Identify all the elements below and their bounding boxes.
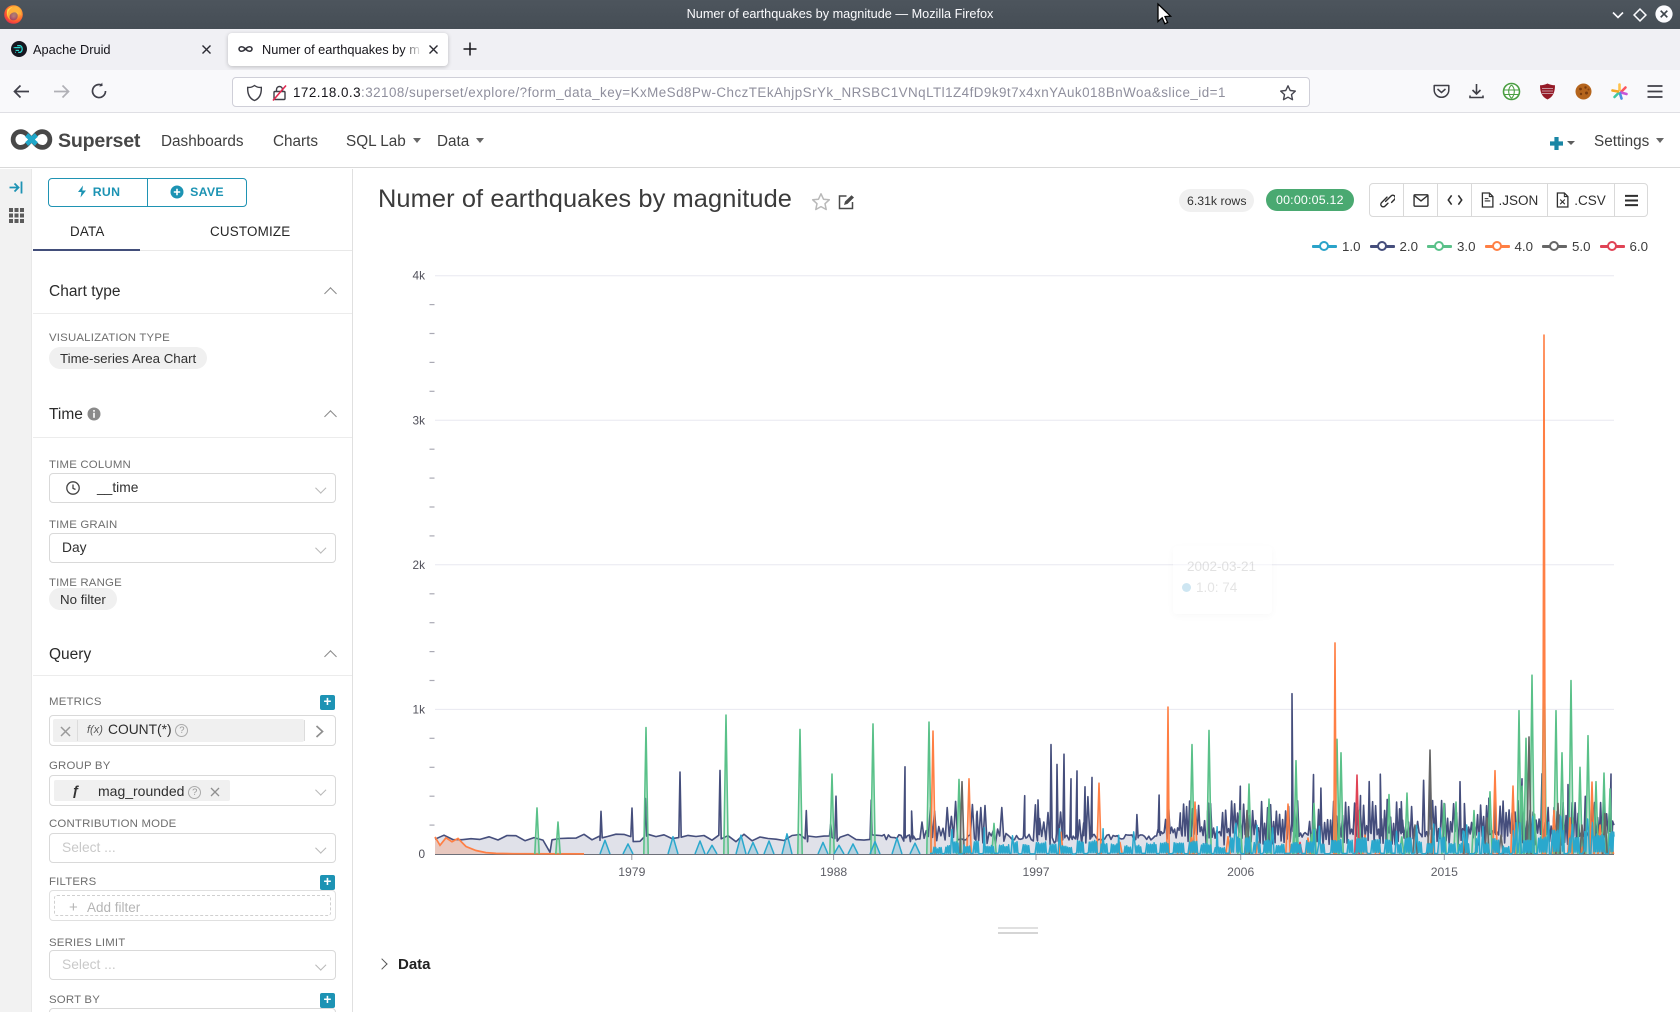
svg-text:1997: 1997 — [1022, 865, 1049, 879]
svg-text:1979: 1979 — [618, 865, 645, 879]
svg-text:1988: 1988 — [820, 865, 847, 879]
svg-text:2006: 2006 — [1227, 865, 1254, 879]
svg-text:2k: 2k — [413, 558, 426, 572]
svg-text:2015: 2015 — [1431, 865, 1458, 879]
svg-text:1k: 1k — [413, 702, 426, 716]
svg-text:0: 0 — [418, 847, 425, 861]
svg-text:4k: 4k — [413, 269, 426, 283]
svg-text:3k: 3k — [413, 413, 426, 427]
